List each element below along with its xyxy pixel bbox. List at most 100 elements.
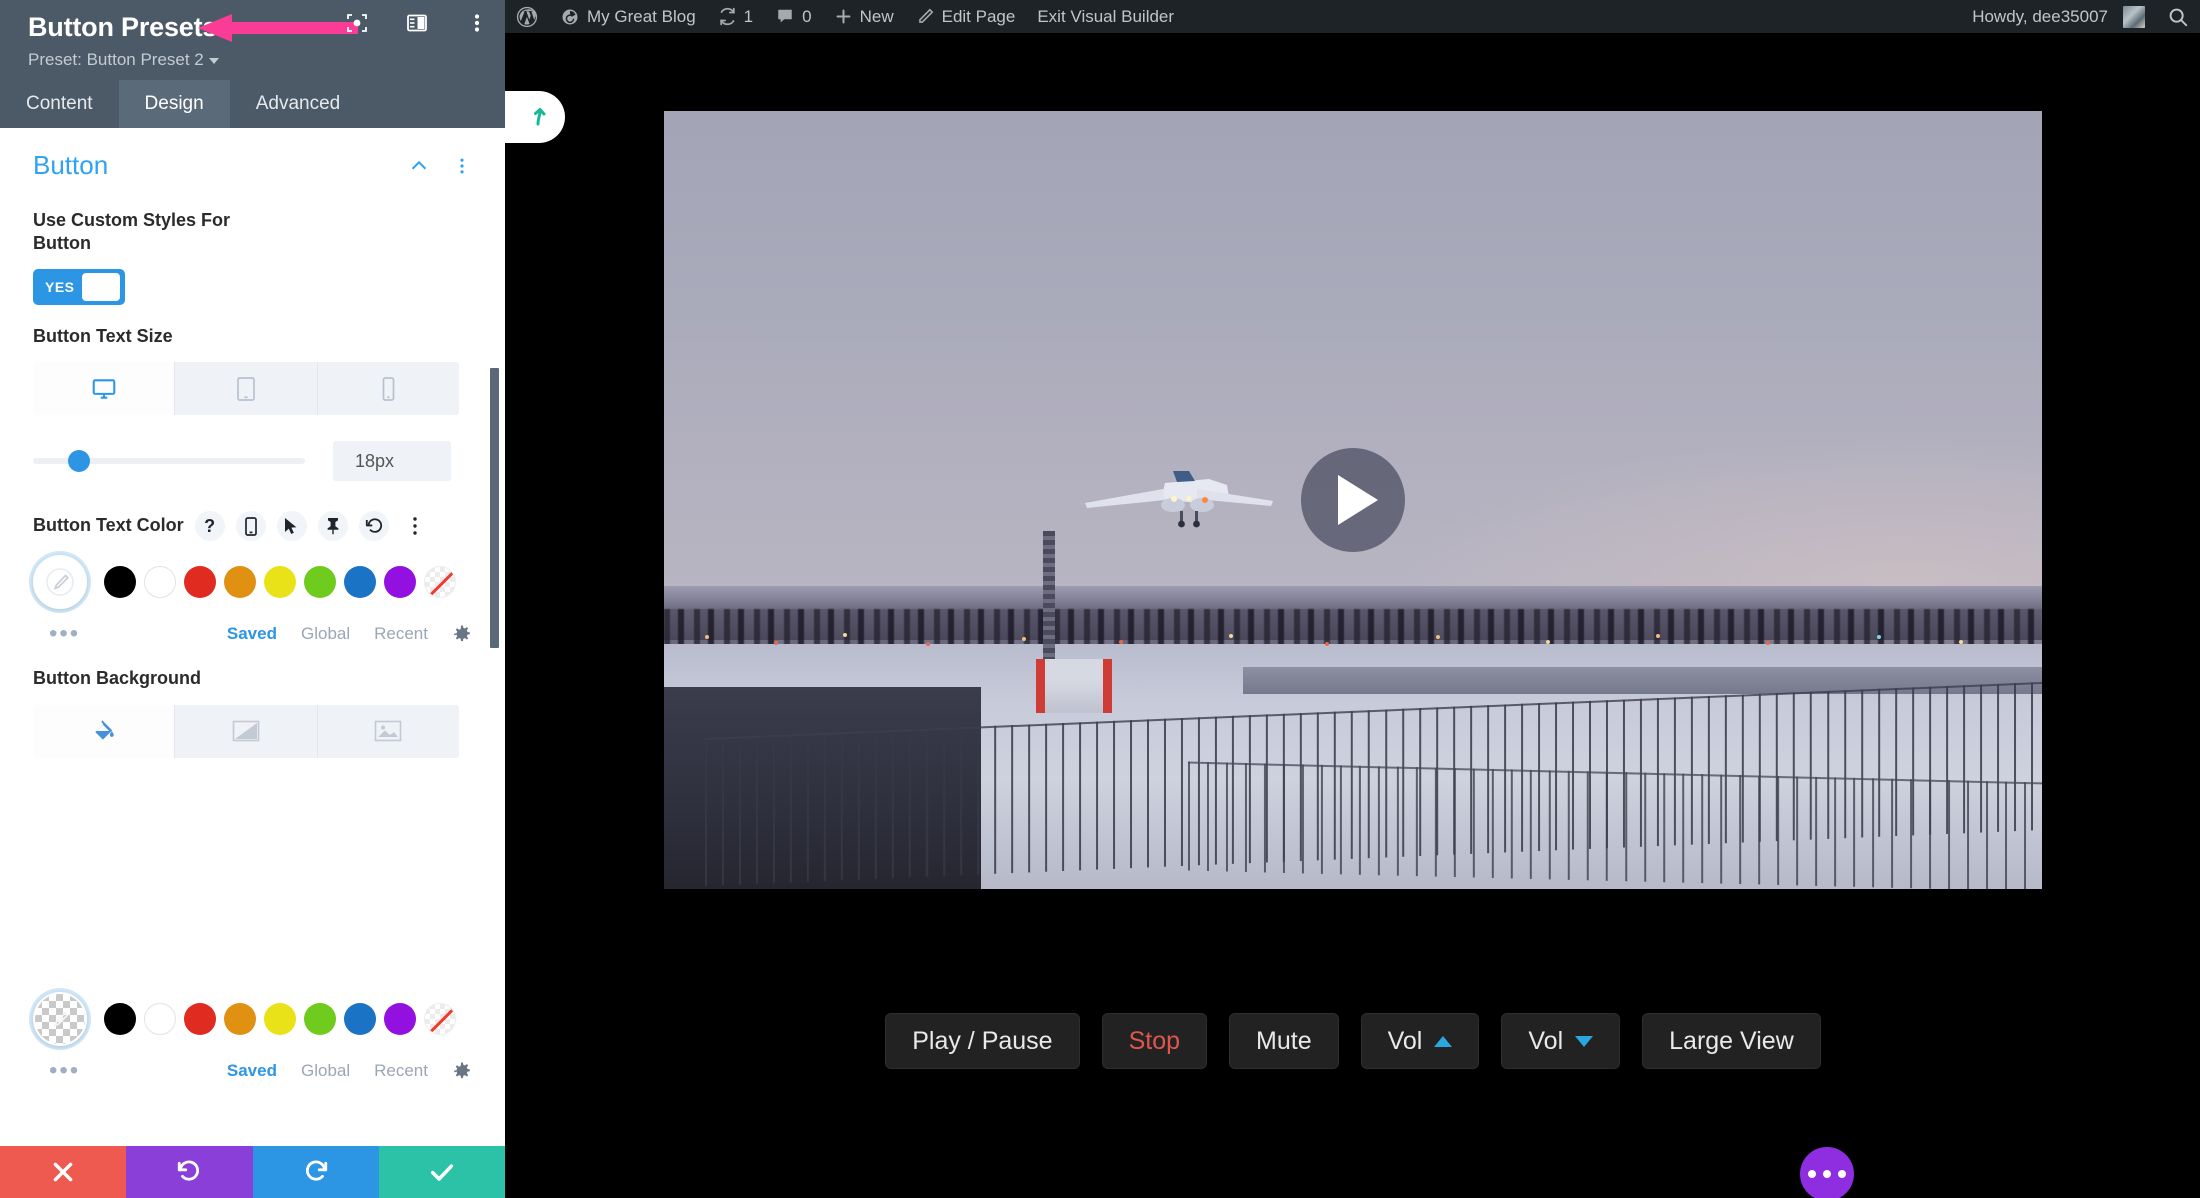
stop-button[interactable]: Stop (1101, 1013, 1208, 1069)
pencil-icon (918, 8, 933, 23)
save-button[interactable] (378, 1146, 505, 1198)
phone-glyph (244, 516, 257, 536)
swatch-red[interactable] (184, 1003, 216, 1035)
swatch-black[interactable] (104, 1003, 136, 1035)
phone-icon (382, 376, 395, 401)
swatch-orange[interactable] (224, 1003, 256, 1035)
large-view-label: Large View (1669, 1026, 1794, 1055)
ellipsis-icon[interactable]: ••• (49, 622, 80, 646)
swatch-white[interactable] (144, 566, 176, 599)
bg-color-tab-saved[interactable]: Saved (227, 1061, 277, 1081)
gear-icon[interactable] (452, 624, 472, 644)
focus-icon[interactable] (345, 11, 369, 35)
swatch-red[interactable] (184, 566, 216, 599)
site-name-label: My Great Blog (587, 6, 696, 26)
hover-cursor-icon[interactable] (276, 511, 307, 542)
preset-selector[interactable]: Preset: Button Preset 2 (28, 50, 485, 70)
edit-page-link[interactable]: Edit Page (905, 0, 1027, 33)
slider-handle[interactable] (68, 450, 90, 473)
swatch-purple[interactable] (384, 566, 416, 599)
mute-button[interactable]: Mute (1229, 1013, 1339, 1069)
swatch-orange[interactable] (224, 566, 256, 599)
custom-styles-toggle[interactable]: YES (33, 268, 125, 305)
background-tab-image[interactable] (317, 704, 459, 758)
tab-content[interactable]: Content (0, 80, 119, 128)
swatch-blue[interactable] (344, 1003, 376, 1035)
video-play-button[interactable] (1301, 448, 1405, 552)
device-tab-tablet[interactable] (175, 362, 318, 416)
eyedropper-swatch[interactable] (33, 555, 87, 610)
more-vertical-icon[interactable] (452, 155, 472, 177)
solid-fill-icon (94, 720, 114, 740)
swatch-green[interactable] (304, 1003, 336, 1035)
redo-button[interactable] (252, 1146, 379, 1198)
pink-arrow-annotation (198, 14, 358, 42)
swatch-transparent[interactable] (424, 566, 456, 599)
swatch-yellow[interactable] (264, 1003, 296, 1035)
swatch-blue[interactable] (344, 566, 376, 599)
comments-menu[interactable]: 0 (764, 0, 822, 33)
updates-count: 1 (743, 6, 754, 26)
panel-scrollbar-thumb[interactable] (490, 368, 499, 648)
background-tab-gradient[interactable] (175, 704, 318, 758)
sticky-pin-icon[interactable] (317, 511, 348, 542)
panel-header-icons (345, 11, 489, 35)
text-color-swatches (33, 555, 472, 610)
eyedropper-icon (53, 1011, 70, 1027)
large-view-button[interactable]: Large View (1642, 1013, 1821, 1069)
swatch-purple[interactable] (384, 1003, 416, 1035)
chevron-up-icon[interactable] (408, 155, 430, 177)
device-tab-desktop[interactable] (33, 362, 176, 416)
cancel-button[interactable] (0, 1146, 127, 1198)
exit-visual-builder-link[interactable]: Exit Visual Builder (1026, 0, 1185, 33)
swatch-green[interactable] (304, 566, 336, 599)
tab-design[interactable]: Design (118, 80, 230, 128)
more-vertical-icon[interactable] (400, 511, 430, 541)
color-tab-saved[interactable]: Saved (227, 624, 277, 644)
swatch-white[interactable] (144, 1003, 176, 1035)
bg-color-tab-global[interactable]: Global (301, 1061, 350, 1081)
panel-layout-icon[interactable] (405, 11, 429, 35)
color-tab-recent[interactable]: Recent (374, 624, 428, 644)
swatch-transparent[interactable] (424, 1003, 456, 1035)
reset-undo-icon[interactable] (358, 511, 389, 542)
plus-icon (836, 9, 851, 24)
tab-advanced[interactable]: Advanced (230, 80, 367, 128)
page-settings-fab[interactable] (1800, 1147, 1854, 1198)
background-tab-solid[interactable] (33, 704, 176, 758)
undo-button[interactable] (126, 1146, 253, 1198)
updates-menu[interactable]: 1 (707, 0, 764, 33)
text-size-input[interactable]: 18px (333, 441, 451, 482)
help-icon[interactable]: ? (194, 511, 225, 542)
button-background-label: Button Background (33, 668, 201, 689)
play-pause-button[interactable]: Play / Pause (885, 1013, 1080, 1069)
new-content-menu[interactable]: New (823, 0, 905, 33)
swatch-black[interactable] (104, 566, 136, 599)
color-tab-global[interactable]: Global (301, 624, 350, 644)
video-airplane (1085, 471, 1274, 528)
transparent-checker-swatch[interactable] (33, 992, 87, 1046)
swatch-yellow[interactable] (264, 566, 296, 599)
text-size-device-tabs (33, 362, 459, 416)
reopen-settings-tab[interactable] (505, 91, 565, 143)
search-button[interactable] (2156, 0, 2200, 33)
more-vertical-icon[interactable] (465, 11, 489, 35)
pin-glyph (327, 518, 339, 535)
wordpress-logo-menu[interactable] (505, 0, 549, 33)
volume-up-button[interactable]: Vol (1360, 1013, 1480, 1069)
account-menu[interactable]: Howdy, dee35007 (1961, 0, 2156, 33)
volume-up-label: Vol (1387, 1026, 1423, 1055)
responsive-phone-icon[interactable] (235, 511, 266, 542)
panel-scrollbar-track[interactable] (490, 158, 502, 1056)
custom-styles-label: Use Custom Styles For Button (33, 210, 231, 254)
gear-icon[interactable] (452, 1061, 472, 1081)
device-tab-phone[interactable] (317, 362, 459, 416)
bg-color-tab-recent[interactable]: Recent (374, 1061, 428, 1081)
volume-down-label: Vol (1528, 1026, 1564, 1055)
text-size-slider[interactable] (33, 450, 305, 473)
ellipsis-icon[interactable]: ••• (49, 1059, 80, 1083)
video-player[interactable] (664, 111, 2042, 889)
dots-glyph (412, 517, 417, 535)
site-name-menu[interactable]: My Great Blog (549, 0, 707, 33)
volume-down-button[interactable]: Vol (1501, 1013, 1621, 1069)
